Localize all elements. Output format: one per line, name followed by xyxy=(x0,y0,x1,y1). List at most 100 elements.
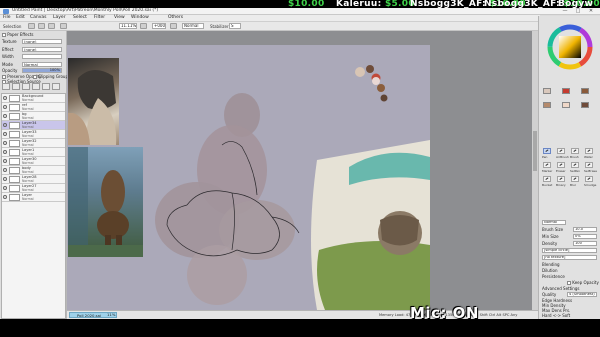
layer-mode-select[interactable]: Normal xyxy=(22,62,62,67)
menu-others[interactable]: Others xyxy=(168,15,183,20)
layer-row[interactable]: Layer33 Normal xyxy=(2,130,65,139)
transfer-down-icon[interactable] xyxy=(32,83,40,90)
invert-selection-icon[interactable] xyxy=(38,23,45,29)
clear-layer-icon[interactable] xyxy=(52,83,60,90)
zoom-icon[interactable] xyxy=(60,23,67,29)
layer-row[interactable]: bg Normal xyxy=(2,112,65,121)
paper-effects-toggle[interactable] xyxy=(2,33,6,37)
tool-bucket-button[interactable] xyxy=(543,176,551,182)
menu-filter[interactable]: Filter xyxy=(94,15,105,20)
layer-buttons xyxy=(2,83,65,91)
layer-row[interactable]: body Normal xyxy=(2,166,65,175)
visibility-eye-icon[interactable] xyxy=(3,132,7,136)
color-swatch[interactable] xyxy=(543,102,551,108)
new-linework-layer-icon[interactable] xyxy=(12,83,20,90)
reference-image-body[interactable] xyxy=(68,147,143,257)
texture-label: Texture xyxy=(2,39,17,44)
advanced-settings-row[interactable]: Advanced Settings xyxy=(542,286,579,291)
layer-row[interactable]: Background Normal xyxy=(2,94,65,103)
visibility-eye-icon[interactable] xyxy=(3,141,7,145)
tool-eraser-button[interactable] xyxy=(557,162,565,168)
tool-selpen-button[interactable] xyxy=(571,162,579,168)
visibility-eye-icon[interactable] xyxy=(3,123,7,127)
color-swatch[interactable] xyxy=(581,88,589,94)
canvas-viewport[interactable] xyxy=(67,31,538,310)
layer-row[interactable]: ref Normal xyxy=(2,103,65,112)
keep-opacity-checkbox[interactable] xyxy=(567,281,571,285)
layer-row[interactable]: Layer30 Normal xyxy=(2,157,65,166)
minimize-button[interactable]: — xyxy=(560,8,570,14)
tool-binary-button[interactable] xyxy=(557,176,565,182)
layer-list: Background Normal ref Normal bg Normal Layer34… xyxy=(1,93,66,319)
stabilizer-select[interactable]: S xyxy=(229,23,241,29)
maximize-button[interactable]: □ xyxy=(573,8,583,14)
visibility-eye-icon[interactable] xyxy=(3,159,7,163)
layer-row[interactable]: Layer28 Normal xyxy=(2,175,65,184)
menu-edit[interactable]: Edit xyxy=(16,15,25,20)
tool-water-button[interactable] xyxy=(585,148,593,154)
rotate-field[interactable]: +000° xyxy=(152,23,166,29)
width-slider[interactable] xyxy=(22,54,62,59)
blend-mode-select[interactable]: Normal xyxy=(182,23,204,29)
visibility-eye-icon[interactable] xyxy=(3,150,7,154)
menu-canvas[interactable]: Canvas xyxy=(30,15,47,20)
quality-select[interactable]: 4 (Smoothest) xyxy=(567,292,597,297)
density-field[interactable]: 100 xyxy=(573,241,597,246)
close-button[interactable]: ✕ xyxy=(586,8,596,14)
visibility-eye-icon[interactable] xyxy=(3,195,7,199)
layer-row[interactable]: Layer1 Normal xyxy=(2,148,65,157)
visibility-eye-icon[interactable] xyxy=(3,186,7,190)
deselect-icon[interactable] xyxy=(28,23,35,29)
color-swatch[interactable] xyxy=(581,102,589,108)
menu-file[interactable]: File xyxy=(3,15,11,20)
color-swatch[interactable] xyxy=(543,88,551,94)
saturation-value-square[interactable] xyxy=(559,36,581,58)
tool-brush-button[interactable] xyxy=(571,148,579,154)
zoom-field[interactable]: 11.11% xyxy=(119,23,137,29)
visibility-eye-icon[interactable] xyxy=(3,177,7,181)
visibility-eye-icon[interactable] xyxy=(3,114,7,118)
menu-layer[interactable]: Layer xyxy=(53,15,66,20)
layer-row[interactable]: Layer34 Normal xyxy=(2,121,65,130)
texture-select[interactable]: (none) xyxy=(22,39,62,44)
visibility-eye-icon[interactable] xyxy=(3,168,7,172)
brush-size-field[interactable]: 10.0 xyxy=(573,227,597,232)
stabilizer-label: Stabilizer xyxy=(210,24,229,29)
reference-image-face[interactable] xyxy=(68,58,119,145)
visibility-eye-icon[interactable] xyxy=(3,96,7,100)
layer-row[interactable]: Layer32 Normal xyxy=(2,139,65,148)
layer-blend-mode: Normal xyxy=(22,197,34,201)
menu-window[interactable]: Window xyxy=(131,15,149,20)
visibility-eye-icon[interactable] xyxy=(3,105,7,109)
rotate-reset-icon[interactable] xyxy=(170,23,177,29)
brush-icon xyxy=(573,149,578,154)
zoom-out-icon[interactable] xyxy=(140,23,147,29)
brush-texture-select[interactable]: [no texture] xyxy=(542,255,597,260)
scene-grass-shape xyxy=(317,241,430,310)
menu-view[interactable]: View xyxy=(114,15,125,20)
tool-smudge-button[interactable] xyxy=(585,176,593,182)
effect-select[interactable]: (none) xyxy=(22,47,62,52)
color-swatch[interactable] xyxy=(562,88,570,94)
color-swatch[interactable] xyxy=(562,102,570,108)
layer-row[interactable]: Layer Normal xyxy=(2,193,65,202)
status-bar: Poll 2020.sai 11% Memory Load: 47% (175.… xyxy=(67,310,600,319)
show-selection-icon[interactable] xyxy=(48,23,55,29)
brush-shape-select[interactable]: [simple circle] xyxy=(542,248,597,253)
scrollbar-thumb[interactable] xyxy=(533,131,537,171)
tool-blur-button[interactable] xyxy=(571,176,579,182)
layer-row[interactable]: Layer27 Normal xyxy=(2,184,65,193)
merge-down-icon[interactable] xyxy=(42,83,50,90)
menu-select[interactable]: Select xyxy=(73,15,87,20)
new-folder-icon[interactable] xyxy=(22,83,30,90)
min-size-field[interactable]: 0% xyxy=(573,234,597,239)
tool-selerase-button[interactable] xyxy=(585,162,593,168)
brush-mode-select[interactable]: Normal xyxy=(542,220,566,225)
new-layer-icon[interactable] xyxy=(2,83,10,90)
tool-label: Binary xyxy=(556,183,566,187)
tool-airbrush-button[interactable] xyxy=(557,148,565,154)
tool-pen-button[interactable] xyxy=(543,148,551,154)
opacity-slider[interactable]: 100% xyxy=(22,68,62,73)
color-wheel[interactable] xyxy=(547,24,593,70)
tool-marker-button[interactable] xyxy=(543,162,551,168)
